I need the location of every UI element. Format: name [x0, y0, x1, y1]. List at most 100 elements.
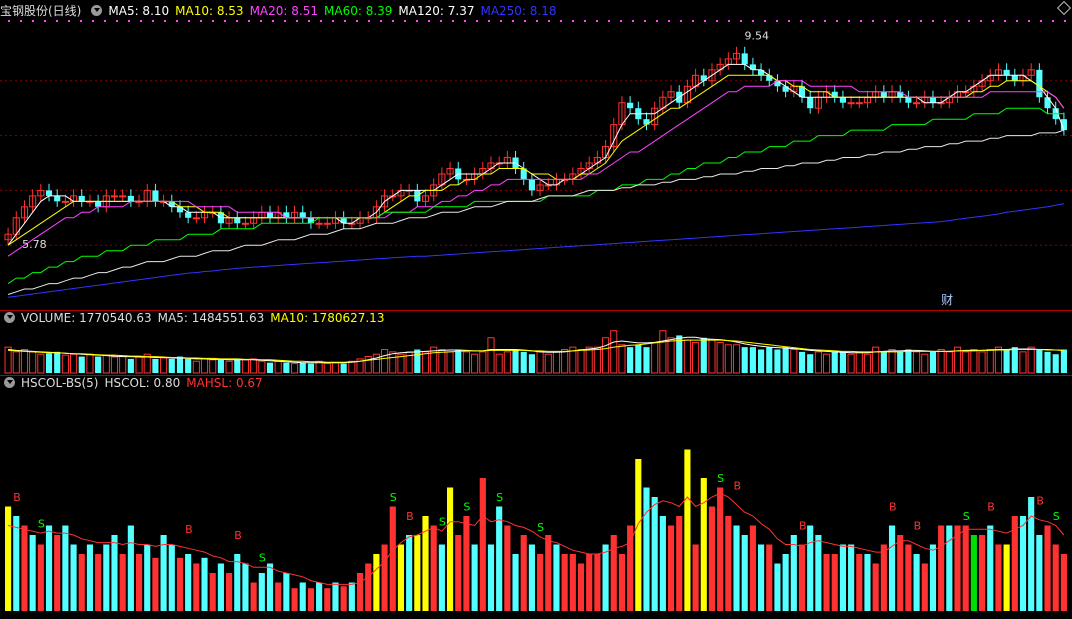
volume-bar	[536, 351, 544, 374]
hscol-bar	[635, 459, 642, 611]
dot-marker	[1064, 20, 1066, 22]
volume-bar	[266, 362, 274, 373]
volume-bar	[749, 347, 756, 373]
volume-bar	[774, 349, 781, 373]
dot-marker	[788, 20, 790, 22]
dot-marker	[260, 20, 262, 22]
dot-marker	[128, 20, 130, 22]
buy-signal: B	[13, 491, 21, 504]
low-price-label: 5.78	[22, 238, 47, 251]
dot-marker	[164, 20, 166, 22]
hscol-bar	[111, 535, 118, 611]
hscol-bar	[823, 554, 830, 611]
hscol-bar	[700, 478, 707, 611]
dot-marker	[188, 20, 190, 22]
ma250-label: MA250: 8.18	[480, 4, 557, 18]
volume-bar	[929, 351, 937, 373]
volume-bar	[307, 363, 314, 373]
dot-marker	[440, 20, 442, 22]
dot-marker	[80, 20, 82, 22]
stock-chart-canvas[interactable]: 9.545.78财BSBBSSBSSSSSBBBBSBBSB	[0, 0, 1072, 615]
volume-ma5-label: MA5: 1484551.63	[157, 311, 265, 325]
hscol-bar	[446, 487, 454, 611]
volume-bar	[790, 349, 798, 374]
dot-marker	[452, 20, 454, 22]
dot-marker	[272, 20, 274, 22]
dot-marker	[812, 20, 814, 22]
dot-marker	[704, 20, 706, 22]
volume-bar	[37, 353, 45, 374]
indicator-menu-icon[interactable]	[91, 5, 103, 16]
hscol-bar	[250, 582, 257, 611]
candle-body	[1011, 75, 1018, 81]
volume-bar	[1019, 351, 1027, 374]
hscol-bar	[479, 478, 486, 611]
volume-bar	[61, 354, 69, 374]
dot-marker	[56, 20, 58, 22]
hscol-bar	[455, 535, 462, 611]
dot-marker	[296, 20, 298, 22]
volume-bar	[814, 351, 822, 374]
hscol-bar	[1060, 554, 1067, 611]
volume-menu-icon[interactable]	[4, 312, 15, 323]
volume-bar	[127, 358, 134, 373]
hscol-bar	[86, 544, 94, 611]
mahsl-label: MAHSL: 0.67	[186, 376, 263, 390]
volume-bar	[520, 351, 527, 373]
volume-bar	[258, 360, 266, 374]
dot-marker	[740, 20, 742, 22]
dot-marker	[44, 20, 46, 22]
dot-marker	[200, 20, 202, 22]
hscol-bar	[95, 554, 102, 611]
hscol-bar	[381, 544, 388, 611]
hscol-bar	[978, 535, 986, 611]
volume-bar	[716, 341, 724, 374]
sell-signal: S	[390, 491, 397, 504]
volume-bar	[659, 330, 667, 374]
dot-marker	[752, 20, 754, 22]
hscol-bar	[946, 525, 953, 611]
volume-bar	[897, 351, 904, 373]
hscol-bar	[406, 535, 413, 611]
dot-marker	[992, 20, 994, 22]
dot-marker	[68, 20, 70, 22]
volume-bar	[176, 356, 184, 373]
dot-marker	[884, 20, 886, 22]
dot-marker	[356, 20, 358, 22]
hscol-bar	[954, 525, 961, 611]
hscol-bar	[602, 544, 609, 611]
dot-marker	[620, 20, 622, 22]
volume-bar	[593, 346, 601, 374]
sell-signal: S	[38, 517, 45, 530]
dot-marker	[404, 20, 406, 22]
hscol-bar	[365, 563, 372, 611]
ma60-line	[7, 107, 1064, 285]
volume-bar	[986, 349, 994, 374]
hscol-bar	[54, 535, 61, 611]
candle-body	[234, 217, 241, 224]
indicator-panel-menu-icon[interactable]	[4, 377, 15, 388]
volume-bar	[462, 351, 471, 374]
volume-bar	[487, 337, 495, 374]
hscol-bar	[774, 563, 781, 611]
candle-body	[266, 212, 274, 218]
volume-bar	[471, 353, 479, 374]
volume-bar	[913, 351, 921, 374]
volume-bar	[863, 353, 872, 374]
volume-bar	[741, 347, 748, 373]
dot-marker	[608, 20, 610, 22]
volume-bar	[831, 351, 838, 373]
candle-body	[192, 217, 200, 220]
hscol-bar	[217, 563, 224, 611]
hscol-bar	[29, 535, 36, 611]
ma20-label: MA20: 8.51	[249, 4, 318, 18]
hscol-bar	[160, 535, 167, 611]
sell-signal: S	[537, 521, 544, 534]
dot-marker	[1052, 20, 1054, 22]
volume-bar	[95, 356, 102, 373]
high-price-label: 9.54	[745, 30, 770, 43]
hscol-bar	[520, 535, 527, 611]
hscol-bar	[152, 557, 159, 611]
dot-marker	[464, 20, 466, 22]
chart-stage[interactable]: 9.545.78财BSBBSSBSSSSSBBBBSBBSB 宝钢股份(日线)M…	[0, 0, 1072, 615]
